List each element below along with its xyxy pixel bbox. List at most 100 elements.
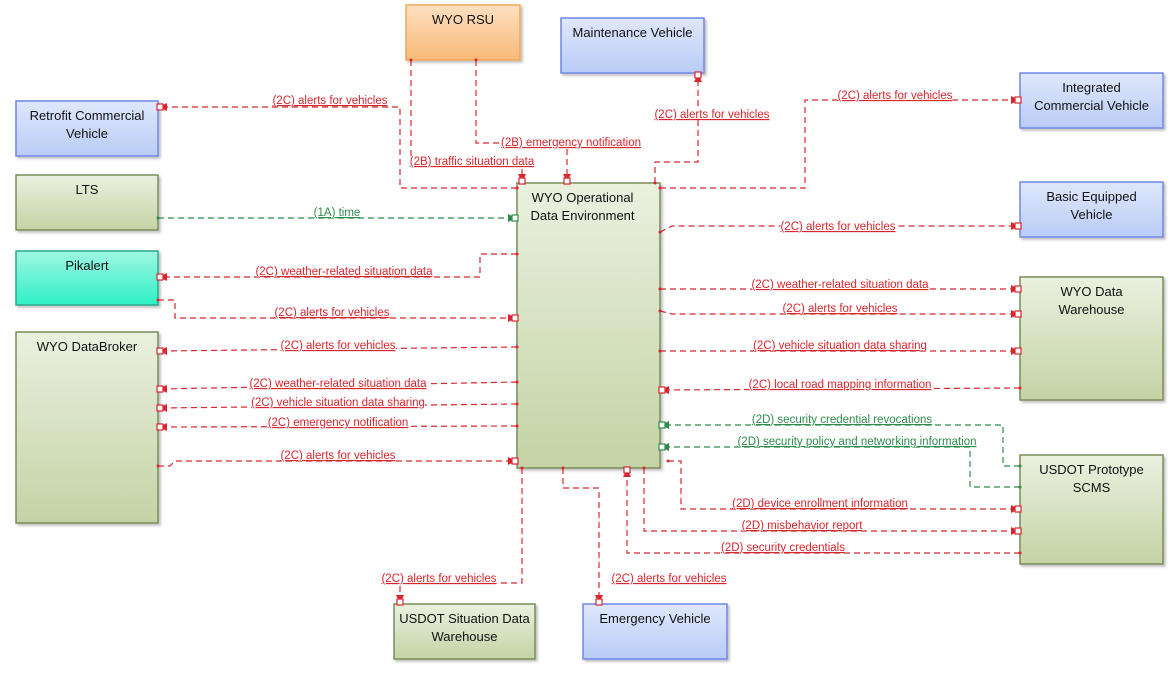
flow-label: (2C) alerts for vehicles [611,573,726,585]
flow-origin [156,216,160,220]
flow-label: (2D) device enrollment information [732,498,908,510]
flow-connector[interactable]: (2C) alerts for vehicles [156,340,519,355]
flow-label: (2C) weather-related situation data [255,266,433,278]
port-square [1014,310,1022,318]
flow-connector[interactable]: (2C) weather-related situation data [156,378,519,393]
port-square [396,598,404,606]
flow-label: (2C) vehicle situation data sharing [251,397,425,409]
flow-label: (2B) traffic situation data [410,156,535,168]
box-label: Integrated [1062,80,1121,95]
box-sdw[interactable]: USDOT Situation Data Warehouse [393,603,536,660]
flow-origin [658,349,662,353]
flow-label: (2C) weather-related situation data [751,279,929,291]
port-square [623,466,631,474]
flow-origin [515,345,519,349]
box-emergency[interactable]: Emergency Vehicle [582,603,728,660]
flow-connector[interactable]: (2C) alerts for vehicles [658,303,1022,318]
flow-label: (2C) alerts for vehicles [837,90,952,102]
flow-connector[interactable]: (2C) weather-related situation data [658,279,1022,293]
flow-label: (2C) alerts for vehicles [780,221,895,233]
flow-origin [658,309,662,313]
flow-connector[interactable]: (2C) vehicle situation data sharing [658,340,1022,355]
port-square [156,103,164,111]
flow-connector[interactable]: (2D) security policy and networking info… [658,436,1022,489]
flow-label: (2B) emergency notification [501,137,641,149]
flow-origin [520,466,524,470]
flow-label: (2D) security credential revocations [752,414,932,426]
box-ode[interactable]: WYO Operational Data Environment [516,182,661,469]
box-label: Warehouse [432,629,498,644]
port-square [563,177,571,185]
port-square [518,177,526,185]
port-square [1014,222,1022,230]
box-label: Vehicle [1071,207,1113,222]
port-square [595,598,603,606]
flow-label: (2D) security credentials [721,542,845,554]
flow-connector[interactable]: (2C) alerts for vehicles [658,90,1022,190]
flow-origin [515,402,519,406]
flow-origin [515,252,519,256]
box-label: SCMS [1073,480,1111,495]
flow-connector[interactable]: (2C) vehicle situation data sharing [156,397,519,412]
port-square [1014,347,1022,355]
port-square [156,273,164,281]
flow-line [562,468,603,603]
flow-origin [515,424,519,428]
port-square [658,421,666,429]
box-shape [15,331,159,524]
flow-connector[interactable]: (2C) alerts for vehicles [658,221,1022,234]
box-label: WYO Operational [532,190,634,205]
flow-label: (2D) security policy and networking info… [737,436,976,448]
box-label: WYO DataBroker [37,339,138,354]
flow-origin [658,287,662,291]
flow-label: (2C) alerts for vehicles [274,307,389,319]
box-label: LTS [76,182,99,197]
box-pikalert[interactable]: Pikalert [15,250,159,306]
flow-label: (2C) alerts for vehicles [280,340,395,352]
box-lts[interactable]: LTS [15,174,159,231]
flow-connector[interactable]: (2C) alerts for vehicles [156,95,519,190]
flow-origin [561,466,565,470]
flow-connector[interactable]: (2D) device enrollment information [666,459,1022,513]
box-label: Emergency Vehicle [599,611,710,626]
box-databroker[interactable]: WYO DataBroker [15,331,159,524]
flow-origin [474,58,478,62]
flow-line [654,74,702,183]
flow-label: (2C) alerts for vehicles [280,450,395,462]
box-scms[interactable]: USDOT Prototype SCMS [1019,454,1164,565]
box-retrofit[interactable]: Retrofit Commercial Vehicle [15,100,159,157]
box-label: Warehouse [1059,302,1125,317]
flow-label: (2C) emergency notification [268,417,409,429]
flow-connector[interactable]: (2B) traffic situation data [409,58,535,185]
flow-label: (2C) alerts for vehicles [381,573,496,585]
box-rsu[interactable]: WYO RSU [405,4,521,61]
flow-connector[interactable]: (2C) alerts for vehicles [381,466,524,606]
port-square [658,386,666,394]
box-shape [516,182,661,469]
flow-origin [653,181,657,185]
flow-line [159,103,517,189]
flow-connector[interactable]: (2C) alerts for vehicles [653,71,770,185]
flow-connector[interactable]: (2C) emergency notification [156,417,519,431]
box-basic[interactable]: Basic Equipped Vehicle [1019,181,1164,238]
flow-connector[interactable]: (2C) alerts for vehicles [156,450,519,468]
port-square [156,423,164,431]
port-square [156,385,164,393]
flow-origin [515,380,519,384]
flow-connector[interactable]: (2C) local road mapping information [658,379,1022,394]
flow-connector[interactable]: (2D) security credentials [623,466,1022,555]
flow-connector[interactable]: (1A) time [156,207,519,222]
flow-line [661,443,1020,488]
flow-origin [658,230,662,234]
flow-connector[interactable]: (2C) alerts for vehicles [561,466,727,606]
flow-origin [642,466,646,470]
box-label: Retrofit Commercial [30,108,145,123]
box-integrated[interactable]: Integrated Commercial Vehicle [1019,72,1164,129]
flow-connector[interactable]: (2C) alerts for vehicles [156,298,519,322]
box-maint[interactable]: Maintenance Vehicle [560,17,705,74]
flow-label: (2C) vehicle situation data sharing [753,340,927,352]
flow-connector[interactable]: (2C) weather-related situation data [156,252,519,281]
flow-label: (2D) misbehavior report [742,520,864,532]
box-warehouse[interactable]: WYO Data Warehouse [1019,276,1164,401]
port-square [1014,527,1022,535]
